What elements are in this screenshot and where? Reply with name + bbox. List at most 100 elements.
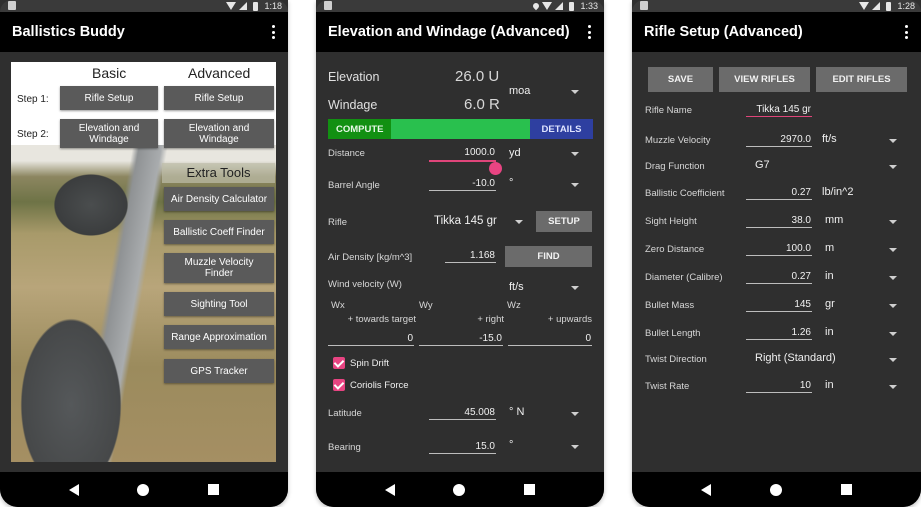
zero-distance-input[interactable]: 100.0 — [746, 242, 812, 256]
muzzle-velocity-input[interactable]: 2970.0 — [746, 133, 812, 147]
distance-unit-select[interactable]: yd — [509, 147, 521, 159]
nav-bar — [0, 472, 288, 507]
recents-icon[interactable] — [207, 484, 219, 495]
barrel-angle-input[interactable]: -10.0 — [429, 177, 496, 191]
wy-input[interactable]: -15.0 — [419, 332, 503, 346]
back-icon[interactable] — [69, 483, 80, 496]
latitude-input[interactable]: 45.008 — [429, 406, 496, 420]
bullet-mass-input[interactable]: 145 — [746, 298, 812, 312]
back-icon[interactable] — [385, 483, 396, 496]
diameter-calibre-input[interactable]: 0.27 — [746, 270, 812, 284]
gps-tracker-button[interactable]: GPS Tracker — [164, 359, 274, 383]
angle-unit-dropdown-icon[interactable] — [571, 90, 579, 94]
muzzle-velocity-label: Muzzle Velocity — [645, 135, 711, 146]
bullet-length-input[interactable]: 1.26 — [746, 326, 812, 340]
wind-unit-select[interactable]: ft/s — [509, 281, 524, 293]
advanced-rifle-setup-button[interactable]: Rifle Setup — [164, 86, 274, 110]
barrel-angle-unit-select[interactable]: ° — [509, 177, 513, 189]
bullet-length-unit[interactable]: in — [825, 326, 834, 338]
save-button[interactable]: SAVE — [648, 67, 713, 92]
ballistic-coefficient-input[interactable]: 0.27 — [746, 186, 812, 200]
coriolis-checkbox[interactable] — [333, 379, 345, 391]
barrel-angle-unit-dropdown-icon[interactable] — [571, 183, 579, 187]
diameter-calibre-dropdown-icon[interactable] — [889, 276, 897, 280]
twist-rate-input[interactable]: 10 — [746, 379, 812, 393]
rifle-select[interactable]: Tikka 145 gr — [434, 215, 497, 227]
wind-unit-dropdown-icon[interactable] — [571, 286, 579, 290]
diameter-calibre-unit[interactable]: in — [825, 270, 834, 282]
location-icon — [532, 1, 541, 11]
notification-icon — [640, 1, 648, 10]
sight-height-label: Sight Height — [645, 216, 697, 227]
twist-direction-dropdown-icon[interactable] — [889, 358, 897, 362]
home-icon[interactable] — [769, 483, 782, 496]
basic-elevation-windage-button[interactable]: Elevation and Windage — [60, 119, 158, 148]
mode-header: Basic Advanced — [11, 62, 276, 82]
details-button[interactable]: DETAILS — [530, 119, 593, 139]
drag-function-dropdown-icon[interactable] — [889, 165, 897, 169]
muzzle-velocity-finder-button[interactable]: Muzzle Velocity Finder — [164, 253, 274, 283]
compute-button[interactable]: COMPUTE — [328, 119, 391, 139]
edit-rifles-button[interactable]: EDIT RIFLES — [816, 67, 907, 92]
zero-distance-dropdown-icon[interactable] — [889, 248, 897, 252]
range-approximation-button[interactable]: Range Approximation — [164, 325, 274, 349]
overflow-menu-icon[interactable] — [588, 25, 592, 39]
rifle-setup-form: SAVE VIEW RIFLES EDIT RIFLES Rifle Name … — [632, 52, 921, 472]
twist-rate-unit[interactable]: in — [825, 379, 834, 391]
rifle-dropdown-icon[interactable] — [515, 220, 523, 224]
signal-icon — [872, 2, 881, 10]
bullet-length-dropdown-icon[interactable] — [889, 332, 897, 336]
distance-input[interactable]: 1000.0 — [429, 146, 496, 160]
air-density-input[interactable]: 1.168 — [445, 249, 496, 263]
bearing-unit-select[interactable]: ° — [509, 439, 513, 451]
nav-bar — [316, 472, 604, 507]
air-density-find-button[interactable]: FIND — [505, 246, 592, 267]
wx-input[interactable]: 0 — [328, 332, 414, 346]
spin-drift-checkbox[interactable] — [333, 357, 345, 369]
recents-icon[interactable] — [523, 484, 535, 495]
rifle-name-input[interactable]: Tikka 145 gr — [746, 103, 812, 117]
angle-unit-select[interactable]: moa — [509, 85, 530, 97]
sight-height-dropdown-icon[interactable] — [889, 220, 897, 224]
sight-height-input[interactable]: 38.0 — [746, 214, 812, 228]
distance-slider-track[interactable] — [429, 160, 496, 162]
rifle-setup-button[interactable]: SETUP — [536, 211, 592, 232]
latitude-unit-select[interactable]: ° N — [509, 406, 524, 418]
recents-icon[interactable] — [840, 484, 852, 495]
overflow-menu-icon[interactable] — [905, 25, 909, 39]
status-bar: 1:28 — [632, 0, 921, 12]
advanced-elevation-windage-button[interactable]: Elevation and Windage — [164, 119, 274, 148]
twist-rate-dropdown-icon[interactable] — [889, 385, 897, 389]
muzzle-velocity-dropdown-icon[interactable] — [889, 139, 897, 143]
bearing-unit-dropdown-icon[interactable] — [571, 445, 579, 449]
zero-distance-unit[interactable]: m — [825, 242, 834, 254]
latitude-unit-dropdown-icon[interactable] — [571, 412, 579, 416]
ballistic-coeff-finder-button[interactable]: Ballistic Coeff Finder — [164, 220, 274, 244]
muzzle-velocity-unit[interactable]: ft/s — [822, 133, 837, 145]
basic-rifle-setup-button[interactable]: Rifle Setup — [60, 86, 158, 110]
view-rifles-button[interactable]: VIEW RIFLES — [719, 67, 810, 92]
windage-value: 6.0 R — [464, 96, 500, 113]
wz-input[interactable]: 0 — [508, 332, 592, 346]
distance-slider-thumb[interactable] — [489, 162, 502, 175]
sight-height-unit[interactable]: mm — [825, 214, 843, 226]
drag-function-label: Drag Function — [645, 161, 705, 172]
bullet-mass-dropdown-icon[interactable] — [889, 304, 897, 308]
status-bar: 1:33 — [316, 0, 604, 12]
bearing-input[interactable]: 15.0 — [429, 440, 496, 454]
drag-function-select[interactable]: G7 — [755, 159, 770, 171]
home-icon[interactable] — [137, 483, 150, 496]
back-icon[interactable] — [701, 483, 712, 496]
ballistic-coefficient-unit: lb/in^2 — [822, 186, 854, 198]
distance-unit-dropdown-icon[interactable] — [571, 152, 579, 156]
air-density-calculator-button[interactable]: Air Density Calculator — [164, 187, 274, 211]
wx-label: Wx — [331, 300, 345, 311]
battery-icon — [569, 1, 575, 11]
sighting-tool-button[interactable]: Sighting Tool — [164, 292, 274, 316]
ballistic-coefficient-label: Ballistic Coefficient — [645, 188, 725, 199]
app-title: Ballistics Buddy — [12, 24, 125, 40]
home-icon[interactable] — [453, 483, 466, 496]
twist-direction-select[interactable]: Right (Standard) — [755, 352, 836, 364]
overflow-menu-icon[interactable] — [272, 25, 276, 39]
bullet-mass-unit[interactable]: gr — [825, 298, 835, 310]
